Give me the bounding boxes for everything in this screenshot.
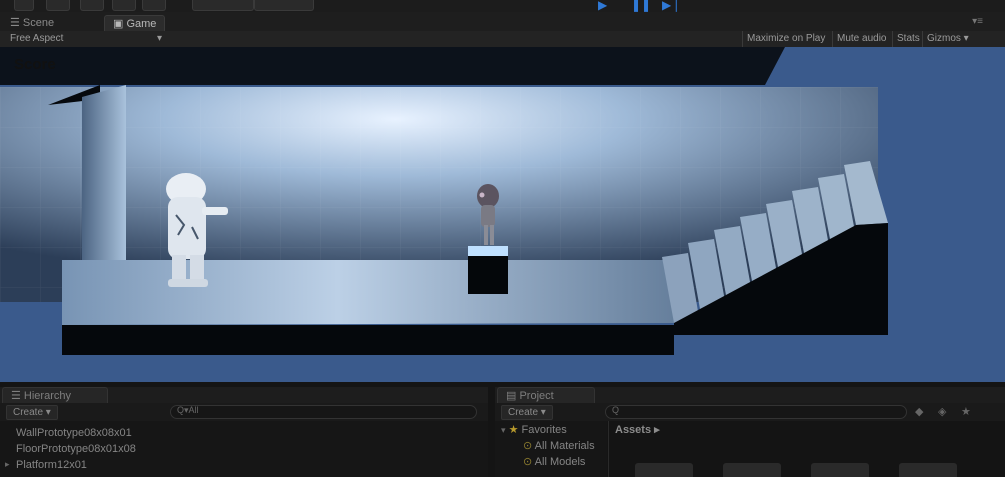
hierarchy-search-placeholder: Q▾All [177, 405, 199, 415]
filter-type-icon[interactable]: ◆ [915, 405, 923, 418]
star-icon[interactable]: ★ [961, 405, 971, 418]
search-icon: Q [612, 405, 620, 415]
block-top [468, 246, 508, 256]
tab-game[interactable]: ▣ Game [104, 15, 166, 32]
search-icon: ⊙ [523, 456, 533, 468]
rotate-tool-button[interactable] [80, 0, 104, 11]
stats-toggle[interactable]: Stats [892, 31, 924, 47]
game-viewport[interactable]: Score [0, 47, 1005, 382]
hierarchy-create-button[interactable]: Create ▾ [6, 405, 58, 420]
scale-tool-button[interactable] [112, 0, 136, 11]
asset-thumbnail[interactable] [723, 463, 781, 477]
panel-menu-icon[interactable]: ▾≡ [972, 16, 983, 27]
assets-pane: Assets ▸ [608, 421, 1005, 477]
asset-thumbnail[interactable] [899, 463, 957, 477]
hierarchy-toolbar: Create ▾ Q▾All [0, 403, 488, 421]
search-icon: ⊙ [523, 440, 533, 452]
tab-hierarchy[interactable]: ☰ Hierarchy [2, 387, 108, 404]
pivot-toggle-button[interactable] [192, 0, 254, 11]
move-tool-button[interactable] [46, 0, 70, 11]
assets-breadcrumb[interactable]: Assets ▸ [615, 423, 660, 436]
list-item[interactable]: Platform12x01 [16, 459, 87, 471]
play-icon[interactable]: ▶ [598, 0, 607, 11]
global-toggle-button[interactable] [254, 0, 314, 11]
tab-scene[interactable]: ☰ Scene [2, 15, 62, 31]
list-item[interactable]: FloorPrototype08x01x08 [16, 443, 136, 455]
gizmos-dropdown[interactable]: Gizmos ▾ [922, 31, 973, 47]
hand-tool-button[interactable] [14, 0, 34, 11]
view-tabbar: ☰ Scene ▣ Game ▾≡ [0, 12, 1005, 32]
tab-project[interactable]: ▤ Project [497, 387, 595, 404]
scene-icon: ☰ [10, 17, 23, 29]
mute-audio-toggle[interactable]: Mute audio [832, 31, 890, 47]
list-item[interactable]: ⊙ All Models [523, 455, 585, 468]
game-icon: ▣ [113, 18, 127, 30]
tag-icon[interactable]: ◈ [938, 405, 946, 418]
hierarchy-list: WallPrototype08x08x01 FloorPrototype08x0… [0, 421, 488, 477]
project-toolbar: Create ▾ Q ◆ ◈ ★ [495, 403, 1005, 421]
game-scene [0, 47, 1005, 382]
chevron-down-icon: ▾ [156, 33, 162, 44]
list-item[interactable]: WallPrototype08x08x01 [16, 427, 132, 439]
folder-icon: ▤ [506, 390, 520, 402]
list-icon: ☰ [11, 390, 24, 402]
list-item[interactable]: ⊙ All Materials [523, 439, 595, 452]
game-toolbar: Free Aspect ▾ Maximize on Play Mute audi… [0, 31, 1005, 48]
step-icon[interactable]: ▶❘ [662, 0, 681, 11]
rect-tool-button[interactable] [142, 0, 166, 11]
asset-thumbnail[interactable] [811, 463, 869, 477]
floor-top [62, 260, 674, 325]
project-create-button[interactable]: Create ▾ [501, 405, 553, 420]
project-search-input[interactable]: Q [605, 405, 907, 419]
expand-arrow-icon: ▾ [501, 425, 506, 435]
score-label: Score [14, 56, 56, 73]
main-toolbar: ▶ ❚❚ ▶❘ [0, 0, 1005, 12]
favorites-node[interactable]: ▾ ★ Favorites [501, 423, 567, 436]
maximize-on-play-toggle[interactable]: Maximize on Play [742, 31, 829, 47]
block-front [468, 256, 508, 294]
aspect-dropdown[interactable]: Free Aspect ▾ [6, 31, 164, 47]
hierarchy-header: ☰ Hierarchy [0, 387, 488, 404]
project-header: ▤ Project [495, 387, 1005, 404]
ceiling-slab [0, 47, 785, 85]
expand-arrow-icon[interactable]: ▸ [5, 459, 10, 470]
hierarchy-search-input[interactable]: Q▾All [170, 405, 477, 419]
favorites-star-icon: ★ [508, 424, 519, 436]
project-tree: ▾ ★ Favorites ⊙ All Materials ⊙ All Mode… [495, 421, 607, 477]
asset-thumbnail[interactable] [635, 463, 693, 477]
pause-icon[interactable]: ❚❚ [631, 0, 651, 11]
floor-front [62, 325, 674, 355]
